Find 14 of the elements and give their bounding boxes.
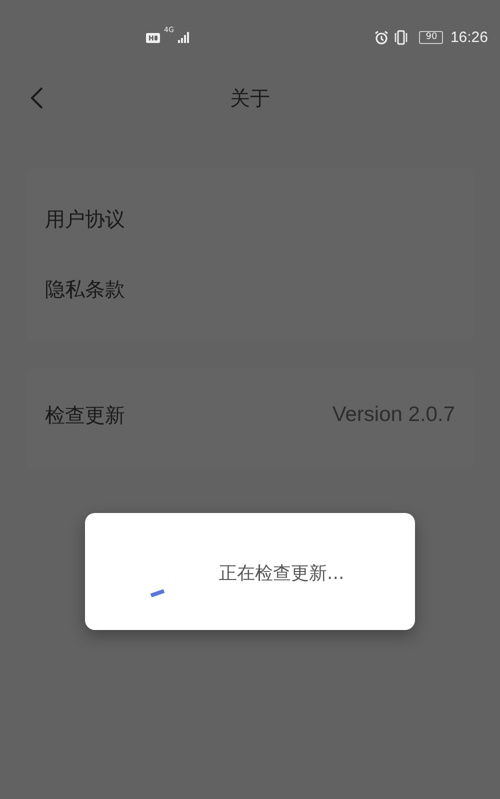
loading-message: 正在检查更新... xyxy=(219,562,344,585)
item-label: 用户协议 xyxy=(45,206,125,232)
page-title: 关于 xyxy=(230,84,270,112)
battery-icon: 90 xyxy=(419,30,444,44)
settings-item[interactable]: 隐私条款 xyxy=(45,254,455,324)
back-icon[interactable] xyxy=(30,86,44,110)
settings-item[interactable]: 用户协议 xyxy=(45,184,455,254)
item-label: 隐私条款 xyxy=(45,276,125,302)
signal-icon xyxy=(178,31,191,43)
loading-icon xyxy=(150,589,166,597)
clock-time: 16:26 xyxy=(450,28,488,46)
alarm-icon xyxy=(374,30,390,44)
item-label: 检查更新 xyxy=(45,402,125,428)
vibrate-icon xyxy=(393,30,410,44)
